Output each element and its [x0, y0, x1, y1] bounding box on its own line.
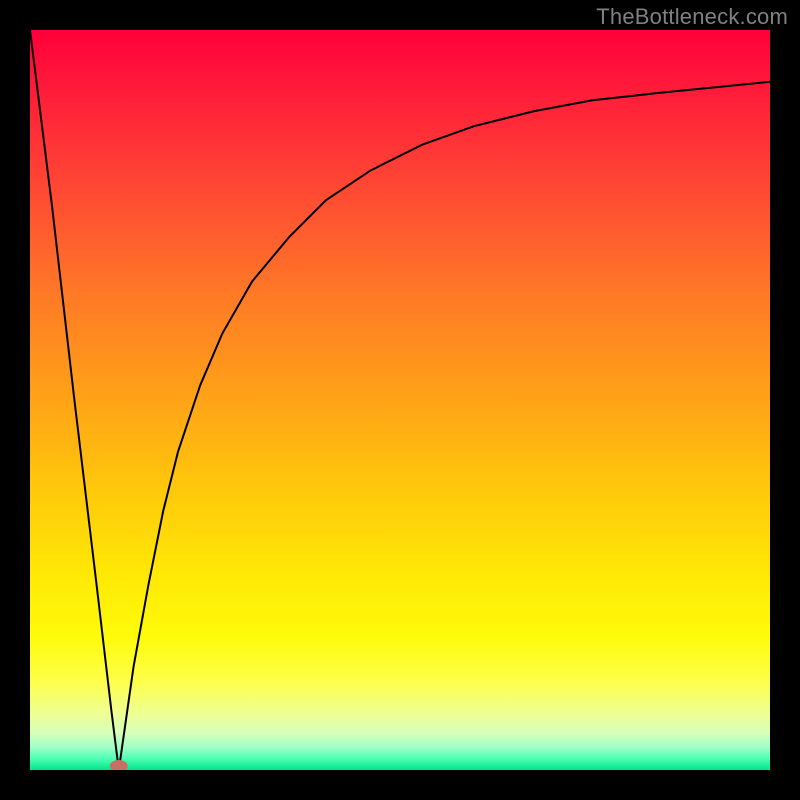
- bottleneck-curve: [30, 30, 770, 770]
- plot-area: [30, 30, 770, 770]
- chart-frame: TheBottleneck.com: [0, 0, 800, 800]
- min-marker: [110, 760, 128, 770]
- curve-svg: [30, 30, 770, 770]
- watermark-text: TheBottleneck.com: [596, 4, 788, 30]
